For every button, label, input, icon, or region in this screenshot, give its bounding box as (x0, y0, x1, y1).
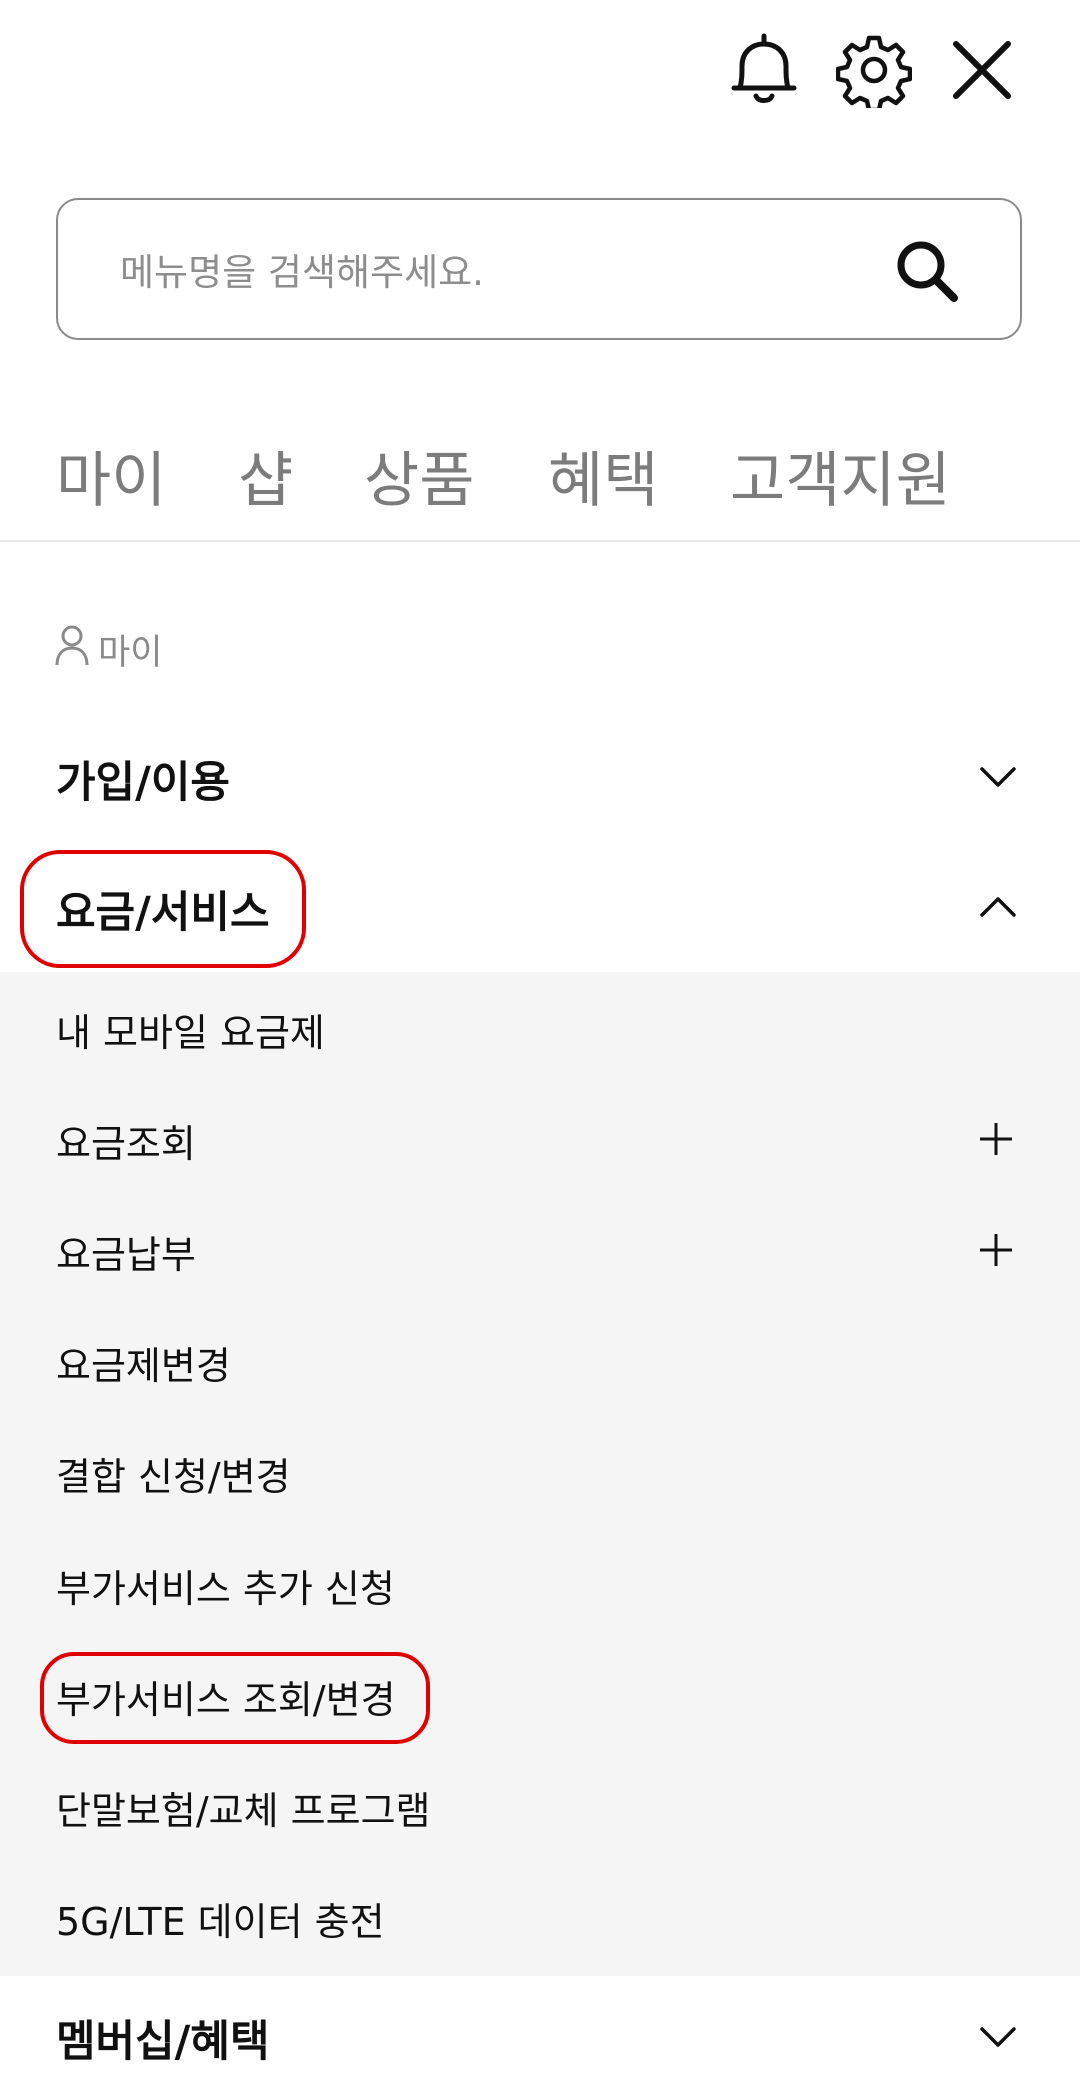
submenu-item[interactable]: 부가서비스 추가 신청 (0, 1528, 1080, 1640)
submenu-item[interactable]: 내 모바일 요금제 (0, 972, 1080, 1084)
chevron-up-icon (980, 897, 1016, 917)
chevron-down-icon (980, 767, 1016, 787)
user-icon (54, 623, 90, 676)
submenu-item-label: 5G/LTE 데이터 충전 (56, 1900, 385, 1944)
tab-products[interactable]: 상품 (364, 432, 474, 519)
bell-icon[interactable] (724, 30, 804, 110)
accordion-join-use[interactable]: 가입/이용 (0, 720, 1080, 830)
plus-icon (980, 1234, 1012, 1266)
tab-support[interactable]: 고객지원 (730, 432, 951, 519)
search-icon[interactable] (894, 238, 960, 304)
submenu-item-label: 부가서비스 추가 신청 (56, 1567, 395, 1611)
accordion-title: 가입/이용 (56, 758, 230, 808)
close-icon[interactable] (942, 30, 1022, 110)
submenu-panel: 내 모바일 요금제 요금조회 요금납부 요금제변경 결합 신청/변경 부가서비스… (0, 972, 1080, 1976)
submenu-item-label: 부가서비스 조회/변경 (56, 1678, 396, 1722)
submenu-item-label: 내 모바일 요금제 (56, 1011, 325, 1055)
top-bar (0, 0, 1080, 140)
gear-icon[interactable] (834, 30, 914, 110)
tab-benefits[interactable]: 혜택 (548, 432, 658, 519)
submenu-item[interactable]: 5G/LTE 데이터 충전 (0, 1861, 1080, 1973)
accordion-title: 멤버십/혜택 (56, 2017, 270, 2067)
search-box (56, 198, 1022, 340)
submenu-item[interactable]: 요금납부 (0, 1194, 1080, 1306)
submenu-item[interactable]: 부가서비스 조회/변경 (0, 1639, 1080, 1751)
accordion-membership[interactable]: 멤버십/혜택 (0, 1985, 1080, 2095)
accordion-title: 요금/서비스 (56, 888, 270, 938)
submenu-item[interactable]: 단말보험/교체 프로그램 (0, 1750, 1080, 1862)
submenu-item-label: 결합 신청/변경 (56, 1455, 291, 1499)
tab-my[interactable]: 마이 (56, 432, 166, 519)
tab-shop[interactable]: 샵 (238, 432, 293, 519)
plus-icon (980, 1123, 1012, 1155)
submenu-item[interactable]: 요금제변경 (0, 1305, 1080, 1417)
main-tabs: 마이 샵 상품 혜택 고객지원 (0, 420, 1080, 542)
section-label-text: 마이 (98, 632, 163, 673)
search-input[interactable] (118, 236, 882, 308)
submenu-item-label: 요금조회 (56, 1122, 196, 1166)
submenu-item-label: 단말보험/교체 프로그램 (56, 1789, 431, 1833)
section-label: 마이 (54, 624, 162, 674)
submenu-item[interactable]: 결합 신청/변경 (0, 1416, 1080, 1528)
submenu-item-label: 요금납부 (56, 1233, 196, 1277)
chevron-down-icon (980, 2027, 1016, 2047)
submenu-item[interactable]: 요금조회 (0, 1083, 1080, 1195)
submenu-item-label: 요금제변경 (56, 1344, 231, 1388)
accordion-fee-service[interactable]: 요금/서비스 (0, 850, 1080, 960)
